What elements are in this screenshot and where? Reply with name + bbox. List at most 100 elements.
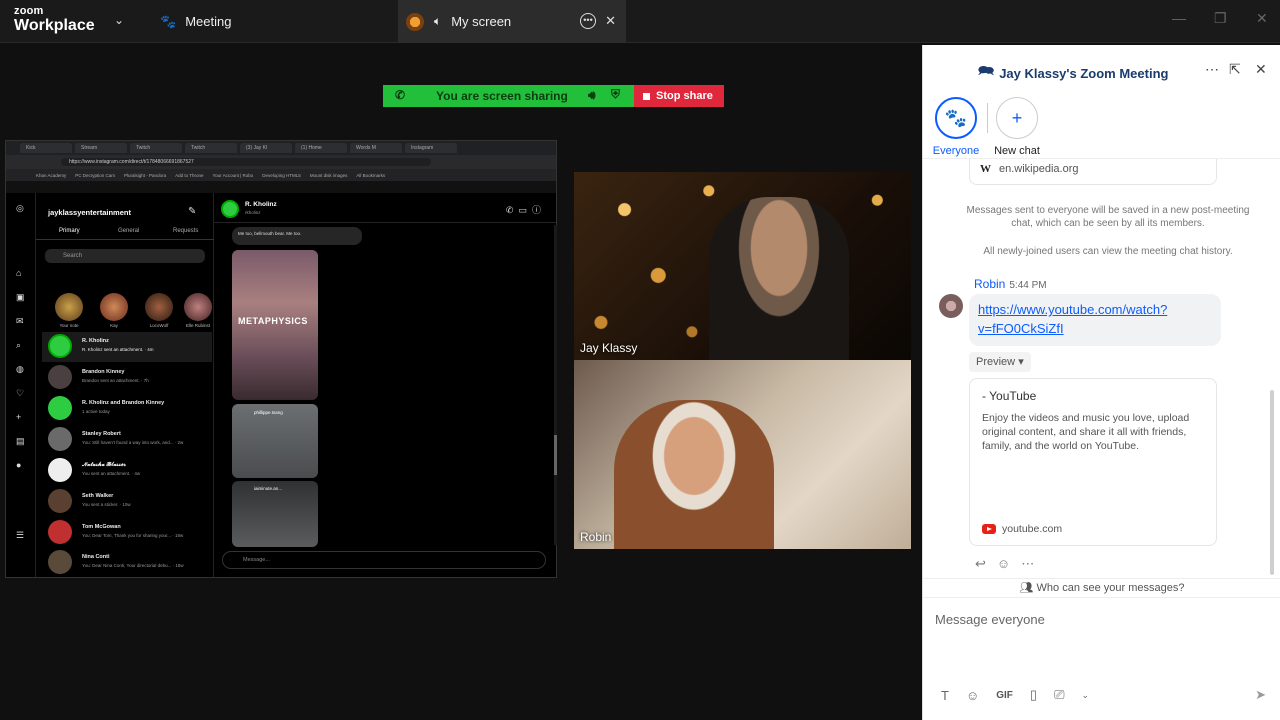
- tab-primary[interactable]: Primary: [59, 228, 80, 234]
- channel-everyone[interactable]: 🐾 Everyone: [933, 97, 979, 157]
- profile-icon[interactable]: ●: [16, 460, 26, 470]
- stop-share-button[interactable]: Stop share: [634, 85, 724, 107]
- heart-icon[interactable]: ♡: [16, 388, 26, 398]
- maximize-icon[interactable]: ❐: [1214, 10, 1227, 27]
- video-call-icon[interactable]: ▭: [518, 205, 532, 215]
- tab-meeting[interactable]: 🐾 Meeting: [160, 0, 231, 43]
- conversation-item[interactable]: Seth Walker You sent a sticker. · 10w: [42, 487, 212, 517]
- link-preview-site[interactable]: Wen.wikipedia.org: [969, 159, 1217, 185]
- conversation-item[interactable]: R. Kholinz and Brandon Kinney 1 active t…: [42, 394, 212, 424]
- preview-toggle[interactable]: Preview ▾: [969, 352, 1031, 372]
- note-item[interactable]: Kay: [97, 279, 131, 328]
- bookmark[interactable]: PC Decryption Cam: [75, 173, 115, 178]
- format-text-icon[interactable]: T: [941, 688, 949, 703]
- audio-icon[interactable]: 🔊︎: [588, 88, 596, 103]
- avatar[interactable]: [939, 294, 963, 318]
- who-can-see-link[interactable]: 👥︎ Who can see your messages?: [923, 578, 1280, 598]
- browser-tab[interactable]: Instagram: [405, 143, 457, 153]
- new-chat-button[interactable]: + New chat: [994, 97, 1040, 157]
- phone-icon: ✆: [395, 88, 406, 102]
- window-close-icon[interactable]: ✕: [1256, 10, 1268, 27]
- tab-general[interactable]: General: [118, 228, 139, 234]
- bookmark[interactable]: Your Account | Robo: [213, 173, 254, 178]
- note-name: Kay: [110, 323, 118, 328]
- emoji-icon[interactable]: ☺: [966, 688, 979, 703]
- send-icon[interactable]: ➤: [1255, 687, 1266, 703]
- file-icon[interactable]: ▯: [1030, 687, 1037, 703]
- bookmark[interactable]: Mount disk images: [310, 173, 348, 178]
- browser-tab[interactable]: (3) Jay Kl: [240, 143, 292, 153]
- browser-tab[interactable]: Twitch: [130, 143, 182, 153]
- screenshot-icon[interactable]: ⎚: [1054, 687, 1064, 703]
- link-preview-card[interactable]: - YouTube Enjoy the videos and music you…: [969, 378, 1217, 546]
- sharing-status-bar[interactable]: ✆ You are screen sharing 🔊︎ ⛨: [383, 85, 634, 107]
- stop-square-icon: [643, 92, 650, 100]
- shared-reel[interactable]: iaiminute.an...: [232, 481, 318, 547]
- more-icon[interactable]: ⋯: [1021, 556, 1034, 572]
- close-icon[interactable]: ✕: [605, 13, 616, 29]
- conversation-item[interactable]: R. Kholinz R. Kholinz sent an attachment…: [42, 332, 212, 362]
- browser-tab[interactable]: Kick: [20, 143, 72, 153]
- chat-message-input[interactable]: [935, 608, 1265, 630]
- bookmark[interactable]: Developing HTML5: [262, 173, 301, 178]
- compose-icon[interactable]: ✎: [188, 206, 196, 217]
- url-field[interactable]: https://www.instagram.com/direct/t/17848…: [61, 158, 431, 166]
- message-input[interactable]: Message...: [222, 551, 546, 569]
- conversation-item[interactable]: 𝓝𝓪𝓽𝓪𝓼𝓱𝓪 𝓑𝓵𝓪𝓼𝓼𝓮𝓻 You sent an attachment. …: [42, 456, 212, 486]
- note-item[interactable]: LocoWolf: [142, 279, 176, 328]
- thread-name[interactable]: R. Kholinz: [245, 201, 277, 208]
- reels-icon[interactable]: ▣: [16, 292, 26, 302]
- tab-requests[interactable]: Requests: [173, 228, 198, 234]
- avatar: [48, 334, 72, 358]
- chevron-down-icon[interactable]: ⌄: [114, 13, 124, 27]
- chevron-down-icon[interactable]: ⌄: [1081, 690, 1089, 701]
- zoom-workplace-logo[interactable]: zoom Workplace: [14, 6, 95, 34]
- note-item[interactable]: Elle Rubinst: [181, 279, 215, 328]
- browser-tab[interactable]: Words M: [350, 143, 402, 153]
- reply-icon[interactable]: ↩: [975, 556, 986, 572]
- account-username[interactable]: jayklassyentertainment: [48, 208, 131, 217]
- scrollbar[interactable]: [554, 225, 557, 545]
- explore-icon[interactable]: ◍: [16, 364, 26, 374]
- bookmark[interactable]: Pluralsight - Pandora: [124, 173, 166, 178]
- conversation-item[interactable]: Stanley Robert You: Still haven't found …: [42, 425, 212, 455]
- emoji-react-icon[interactable]: ☺: [997, 556, 1010, 572]
- screen-share-app-icon: [406, 12, 424, 31]
- conversation-item[interactable]: Tom McGowan You: Dear Tom, Thank you for…: [42, 518, 212, 548]
- shared-reel[interactable]: METAPHYSICS: [232, 250, 318, 400]
- phone-call-icon[interactable]: ✆: [506, 205, 519, 215]
- browser-tab[interactable]: (1) Home: [295, 143, 347, 153]
- browser-tab[interactable]: Twitch: [185, 143, 237, 153]
- gif-button[interactable]: GIF: [996, 690, 1013, 701]
- home-icon[interactable]: ⌂: [16, 268, 26, 278]
- avatar[interactable]: [221, 200, 239, 218]
- scrollbar[interactable]: [1270, 390, 1274, 575]
- tab-my-screen[interactable]: 🔈︎ My screen ••• ✕: [398, 0, 626, 43]
- more-options-icon[interactable]: •••: [580, 13, 596, 29]
- search-input[interactable]: Search: [45, 249, 205, 263]
- messages-icon[interactable]: ✉: [16, 316, 26, 326]
- video-tile-jay[interactable]: Jay Klassy: [574, 172, 911, 360]
- search-icon[interactable]: ⌕: [16, 340, 26, 350]
- conversation-item[interactable]: Nina Conti You: Dear Nina Conti, Your di…: [42, 548, 212, 578]
- bookmark[interactable]: All Bookmarks: [356, 173, 385, 178]
- browser-tab[interactable]: Stream: [75, 143, 127, 153]
- more-icon[interactable]: ⋯: [1205, 61, 1219, 78]
- info-icon[interactable]: ⓘ: [532, 205, 546, 215]
- menu-icon[interactable]: ☰: [16, 530, 26, 540]
- create-icon[interactable]: +: [16, 412, 26, 422]
- conversation-item[interactable]: Brandon Kinney Brandon sent an attachmen…: [42, 363, 212, 393]
- note-item[interactable]: Your note: [52, 279, 86, 328]
- scrollbar-thumb[interactable]: [554, 435, 557, 475]
- bookmark[interactable]: Khan Academy: [36, 173, 66, 178]
- instagram-logo-icon[interactable]: ◎: [16, 203, 26, 213]
- bookmark[interactable]: Add to Throne: [175, 173, 203, 178]
- video-tile-robin[interactable]: Robin: [574, 360, 911, 549]
- reel-caption: METAPHYSICS: [238, 316, 308, 326]
- pop-out-icon[interactable]: ⇱: [1229, 61, 1241, 78]
- minimize-icon[interactable]: —: [1172, 10, 1186, 26]
- threads-icon[interactable]: ▤: [16, 436, 26, 446]
- message-link[interactable]: https://www.youtube.com/watch?v=fFO0CkSi…: [969, 294, 1221, 346]
- shared-reel[interactable]: phillippe.tsang: [232, 404, 318, 478]
- close-icon[interactable]: ✕: [1255, 61, 1267, 78]
